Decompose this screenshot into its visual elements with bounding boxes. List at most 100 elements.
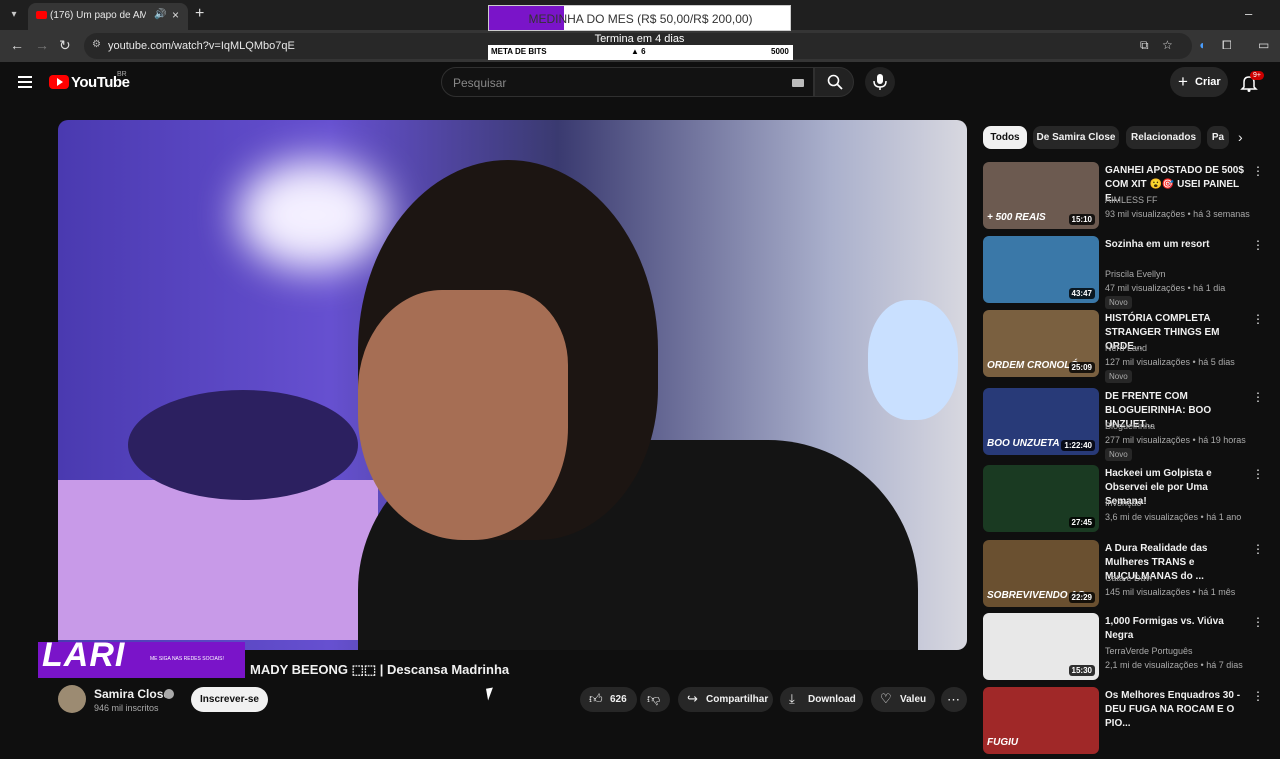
youtube-favicon-icon (36, 11, 47, 19)
chip-relacionados[interactable]: Relacionados (1126, 126, 1201, 149)
more-options-icon[interactable]: ⋮ (1252, 390, 1264, 404)
keyboard-icon[interactable] (792, 79, 804, 87)
video-thumbnail[interactable]: BOO UNZUETA 1:22:40 (983, 388, 1099, 455)
youtube-play-icon (49, 75, 69, 89)
search-button[interactable] (814, 67, 854, 97)
download-icon: ⤓ (789, 691, 795, 706)
menu-hamburger-icon[interactable] (18, 76, 32, 88)
recommendation-channel[interactable]: Nerd Land (1105, 343, 1147, 353)
more-options-icon[interactable]: ⋮ (1252, 615, 1264, 629)
video-thumbnail[interactable]: + 500 REAIS 15:10 (983, 162, 1099, 229)
extension-icon[interactable]: ◖ (1198, 38, 1205, 52)
chevron-right-icon[interactable]: › (1238, 129, 1243, 145)
recommendation-item[interactable]: SOBREVIVENDO AO 22:29 A Dura Realidade das… (983, 540, 1273, 612)
share-label: Compartilhar (706, 694, 769, 705)
more-options-icon[interactable]: ⋮ (1252, 164, 1264, 178)
search-input[interactable]: Pesquisar (441, 67, 814, 97)
recommendation-title[interactable]: Sozinha em um resort (1105, 238, 1250, 252)
browser-tab[interactable]: (176) Um papo de AMIGAX 🔊 × (28, 3, 188, 30)
more-options-icon[interactable]: ⋮ (1252, 238, 1264, 252)
new-badge: Novo (1105, 448, 1132, 461)
recommendation-item[interactable]: ORDEM CRONOLÓ 25:09 HISTÓRIA COMPLETA STRA… (983, 310, 1273, 383)
more-options-icon[interactable]: ⋮ (1252, 542, 1264, 556)
duration-badge: 15:10 (1068, 214, 1095, 225)
more-options-icon[interactable]: ⋮ (1252, 467, 1264, 481)
like-button[interactable]: 👍︎ 626 (580, 687, 637, 712)
thanks-label: Valeu (900, 694, 927, 705)
dislike-button[interactable]: 👎︎ (640, 687, 670, 712)
tab-search-chevron-icon[interactable]: ▾ (4, 5, 24, 25)
thumbnail-text: BOO UNZUETA (987, 438, 1060, 449)
share-button[interactable]: ↪ Compartilhar (678, 687, 773, 712)
duration-badge: 22:29 (1068, 592, 1095, 603)
recommendation-title[interactable]: 1,000 Formigas vs. Viúva Negra (1105, 615, 1250, 643)
back-arrow-icon[interactable]: ← (10, 37, 24, 53)
thumbs-up-icon: 👍︎ (589, 691, 603, 706)
url-text[interactable]: youtube.com/watch?v=IqMLQMbo7qE (108, 40, 295, 52)
forward-arrow-icon[interactable]: → (35, 37, 49, 53)
video-thumbnail[interactable]: SOBREVIVENDO AO 22:29 (983, 540, 1099, 607)
recommendation-item[interactable]: + 500 REAIS 15:10 GANHEI APOSTADO DE 500$ … (983, 162, 1273, 234)
bookmark-star-icon[interactable]: ☆ (1162, 38, 1173, 52)
video-thumbnail[interactable]: FUGIU (983, 687, 1099, 754)
video-thumbnail[interactable]: 15:30 (983, 613, 1099, 680)
tab-title: (176) Um papo de AMIGAX (50, 10, 146, 21)
recommendation-channel[interactable]: Inv3nção (1105, 498, 1142, 508)
branding-subtext: ME SIGA NAS REDES SOCIAIS! (150, 656, 224, 662)
reload-icon[interactable]: ↻ (59, 37, 71, 54)
install-app-icon[interactable]: ⧉ (1140, 38, 1149, 53)
voice-search-button[interactable] (865, 67, 895, 97)
minimize-icon[interactable]: – (1245, 6, 1252, 21)
new-badge: Novo (1105, 296, 1132, 309)
branding-logo-text: LARI (42, 636, 126, 674)
chip-todos[interactable]: Todos (983, 126, 1027, 149)
video-player[interactable] (58, 120, 967, 650)
close-tab-button[interactable]: × (172, 8, 179, 22)
new-tab-button[interactable]: + (195, 5, 204, 23)
channel-name[interactable]: Samira Close (94, 687, 170, 701)
speaker-icon[interactable]: 🔊 (154, 9, 166, 20)
more-actions-button[interactable]: ⋯ (941, 687, 967, 712)
more-options-icon[interactable]: ⋮ (1252, 312, 1264, 326)
video-thumbnail[interactable]: 27:45 (983, 465, 1099, 532)
create-button[interactable]: + Criar (1170, 67, 1228, 97)
site-info-icon[interactable]: ⚙ (92, 39, 101, 50)
recommendation-title[interactable]: Os Melhores Enquadros 30 - DEU FUGA NA R… (1105, 689, 1250, 731)
thumbnail-text: ORDEM CRONOLÓ (987, 360, 1079, 371)
chip-de-samira-close[interactable]: De Samira Close (1033, 126, 1119, 149)
youtube-header: YouTube BR Pesquisar + Criar 9+ (0, 62, 1280, 104)
duration-badge: 27:45 (1068, 517, 1095, 528)
thanks-button[interactable]: ♡ Valeu (871, 687, 935, 712)
sidepanel-icon[interactable]: ▭ (1258, 38, 1269, 52)
recommendation-item[interactable]: FUGIU Os Melhores Enquadros 30 - DEU FUGA… (983, 687, 1273, 759)
recommendation-item[interactable]: 27:45 Hackeei um Golpista e Observei ele … (983, 465, 1273, 537)
duration-badge: 1:22:40 (1061, 440, 1095, 451)
recommendation-channel[interactable]: AIMLESS FF (1105, 195, 1158, 205)
recommendation-meta: 127 mil visualizações • há 5 dias (1105, 357, 1235, 367)
download-label: Download (808, 694, 856, 705)
recommendation-channel[interactable]: Priscila Evellyn (1105, 269, 1166, 279)
video-thumbnail[interactable]: 43:47 (983, 236, 1099, 303)
recommendation-channel[interactable]: TerraVerde Português (1105, 646, 1193, 656)
mouse-cursor (486, 687, 495, 701)
plus-icon: + (1178, 72, 1188, 91)
bits-label: META DE BITS (491, 47, 547, 56)
recommendation-item[interactable]: BOO UNZUETA 1:22:40 DE FRENTE COM BLOGUEIR… (983, 388, 1273, 461)
extensions-puzzle-icon[interactable]: ⧠ (1222, 38, 1232, 53)
chip-partial[interactable]: Pa (1207, 126, 1229, 149)
bits-goal-bar: META DE BITS ▲ 6 5000 (488, 45, 793, 60)
recommendation-meta: 145 mil visualizações • há 1 mês (1105, 587, 1236, 597)
recommendation-item[interactable]: 15:30 1,000 Formigas vs. Viúva Negra Terra… (983, 613, 1273, 685)
search-icon (827, 74, 843, 90)
subscribe-button[interactable]: Inscrever-se (191, 687, 268, 712)
more-options-icon[interactable]: ⋮ (1252, 689, 1264, 703)
channel-avatar[interactable] (58, 685, 86, 713)
download-button[interactable]: ⤓ Download (780, 687, 863, 712)
recommendation-item[interactable]: 43:47 Sozinha em um resort Priscila Evelly… (983, 236, 1273, 309)
video-thumbnail[interactable]: ORDEM CRONOLÓ 25:09 (983, 310, 1099, 377)
bits-value: ▲ 6 (631, 47, 646, 56)
streamer-branding: LARI ME SIGA NAS REDES SOCIAIS! (38, 636, 245, 678)
recommendation-channel[interactable]: Blogueirinha (1105, 421, 1155, 431)
subscriber-count: 946 mil inscritos (94, 703, 159, 713)
recommendation-channel[interactable]: Cata e Davi (1105, 573, 1152, 583)
